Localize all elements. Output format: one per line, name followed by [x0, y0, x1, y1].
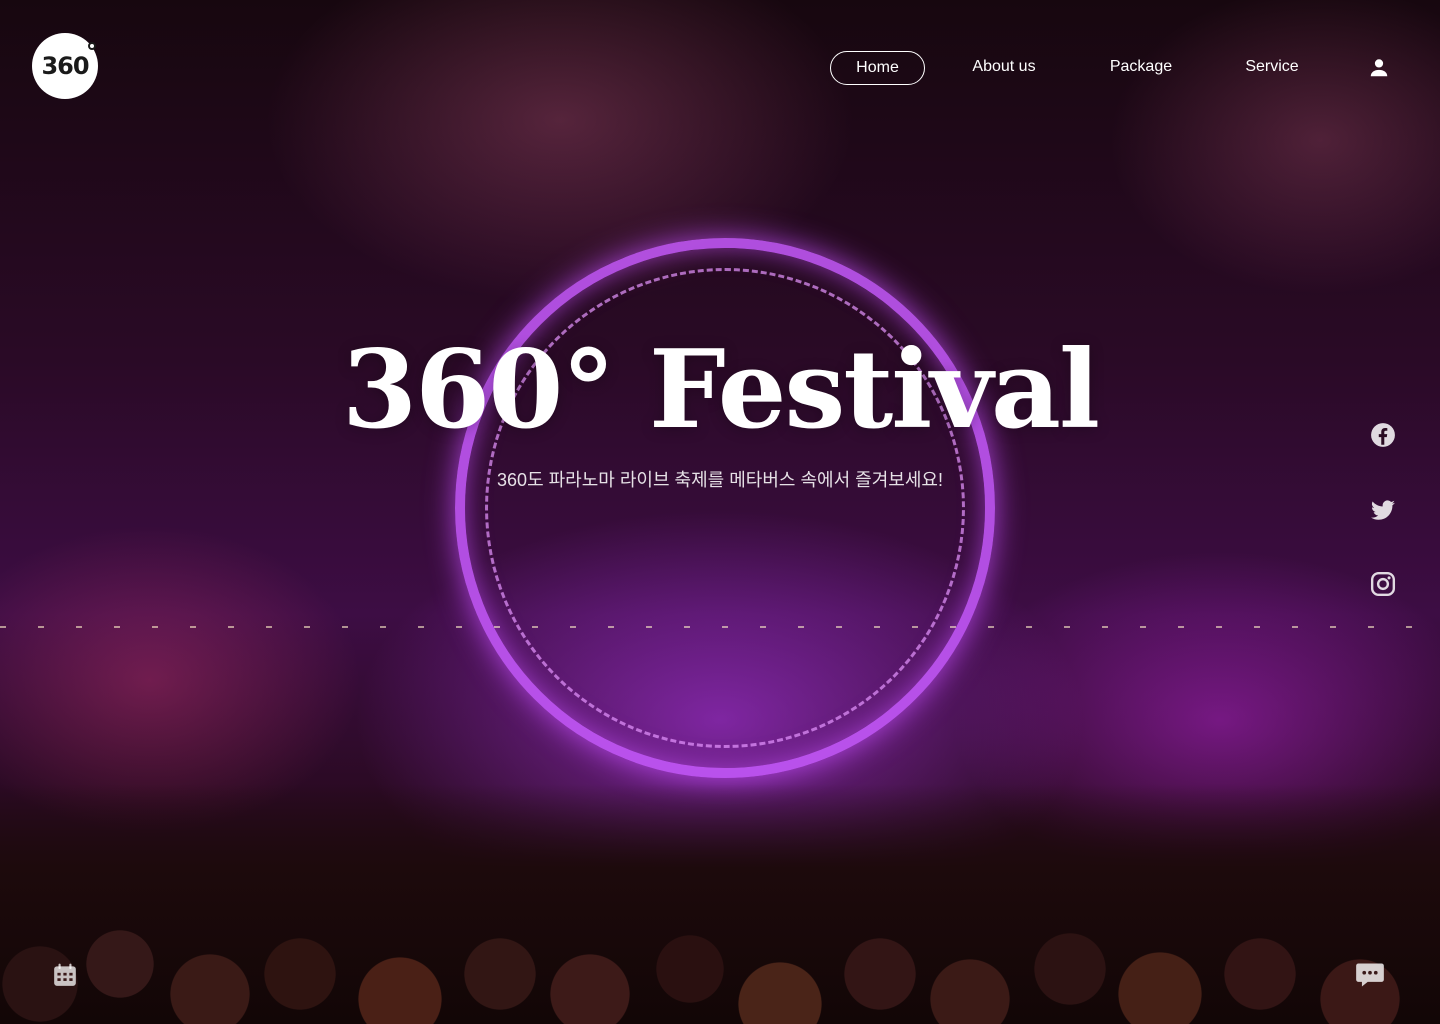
hero-title: 360° Festival: [342, 327, 1100, 453]
nav-package[interactable]: Package: [1100, 51, 1182, 85]
instagram-icon[interactable]: [1370, 571, 1396, 597]
twitter-icon[interactable]: [1370, 497, 1396, 523]
user-icon[interactable]: [1368, 57, 1390, 79]
main-nav: Home About us Package Service: [0, 51, 1440, 85]
facebook-icon[interactable]: [1370, 422, 1396, 448]
string-lights-graphic: [0, 626, 1440, 628]
calendar-icon[interactable]: [52, 962, 78, 988]
crowd-silhouette-graphic: [0, 784, 1440, 1024]
nav-home[interactable]: Home: [830, 51, 925, 85]
nav-about-us[interactable]: About us: [962, 51, 1046, 85]
hero-subtitle: 360도 파라노마 라이브 축제를 메타버스 속에서 즐겨보세요!: [497, 470, 943, 490]
hero-background-photo: [0, 0, 1440, 1024]
logo-degree-mark: [88, 42, 96, 50]
nav-service[interactable]: Service: [1236, 51, 1308, 85]
chat-icon[interactable]: [1355, 961, 1385, 989]
